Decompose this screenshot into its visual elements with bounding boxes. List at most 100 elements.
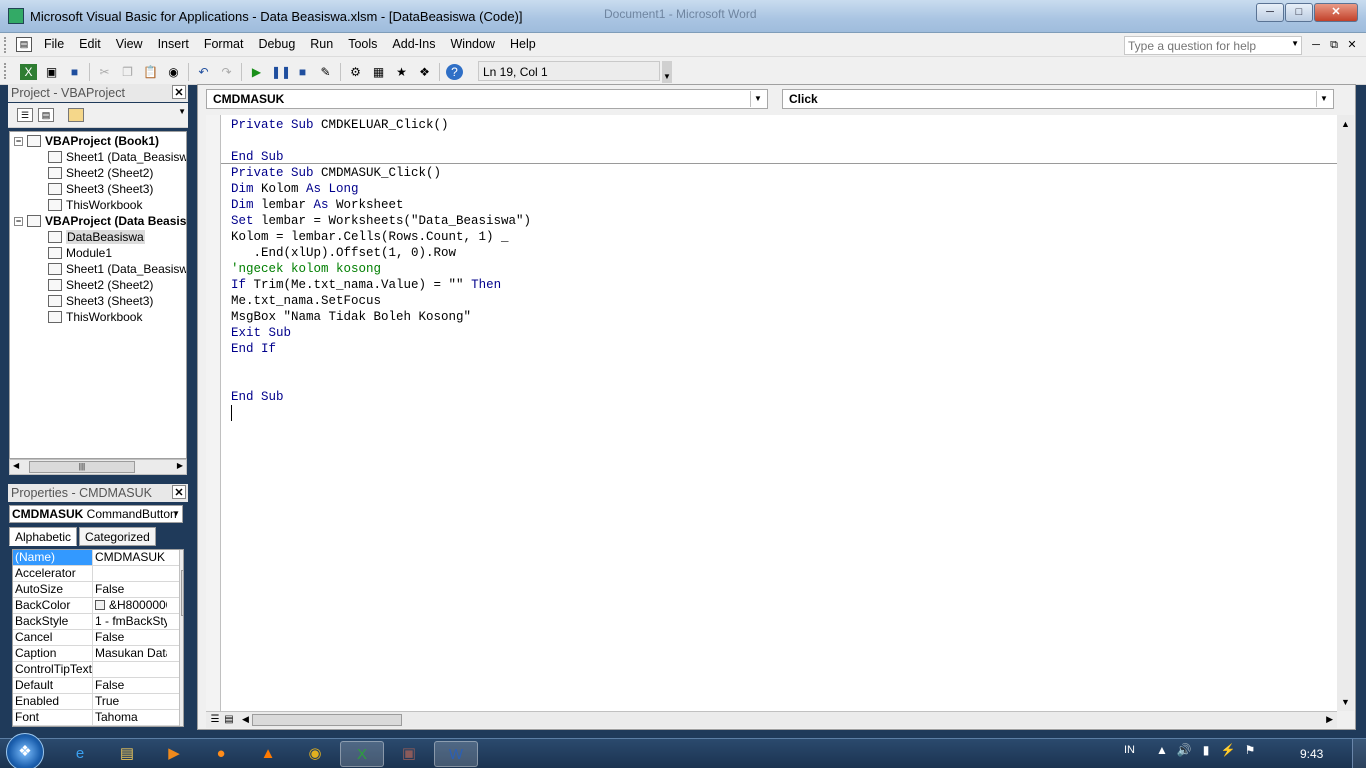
menu-item-help[interactable]: Help (510, 37, 536, 51)
help-icon[interactable]: ? (446, 64, 463, 80)
property-row[interactable]: AutoSize False (13, 582, 183, 598)
property-value[interactable] (93, 566, 167, 581)
properties-close-button[interactable]: ✕ (172, 485, 186, 499)
mdi-close-button[interactable]: ✕ (1343, 37, 1361, 53)
code-line[interactable]: Me.txt_nama.SetFocus (231, 293, 381, 309)
firefox-icon[interactable]: ● (199, 741, 243, 767)
run-icon[interactable]: ▶ (248, 64, 265, 80)
code-line[interactable]: End Sub (231, 149, 284, 165)
word-icon[interactable]: W (434, 741, 478, 767)
excel-icon[interactable]: X (340, 741, 384, 767)
chevron-down-icon[interactable]: ▼ (178, 107, 186, 116)
scroll-right-icon[interactable]: ▶ (1326, 714, 1333, 725)
scroll-thumb[interactable]: ||| (29, 461, 135, 473)
chevron-down-icon[interactable]: ▼ (1316, 91, 1331, 107)
help-search-box[interactable]: ▼ (1124, 36, 1302, 55)
code-margin-indicator-bar[interactable] (206, 115, 221, 711)
property-row[interactable]: Enabled True (13, 694, 183, 710)
tree-item[interactable]: ThisWorkbook (48, 309, 142, 325)
toolbar-grip[interactable] (4, 63, 8, 79)
help-search-input[interactable] (1125, 37, 1285, 54)
property-row[interactable]: (Name) CMDMASUK (13, 550, 183, 566)
property-row[interactable]: BackStyle1 - fmBackStyle (13, 614, 183, 630)
object-browser-icon[interactable]: ★ (393, 64, 410, 80)
tree-project-node[interactable]: − VBAProject (Data Beasis (14, 213, 186, 229)
menu-item-insert[interactable]: Insert (158, 37, 189, 51)
insert-userform-icon[interactable]: ▣ (43, 64, 60, 80)
scroll-right-icon[interactable]: ▶ (177, 461, 183, 470)
menu-item-edit[interactable]: Edit (79, 37, 101, 51)
cut-icon[interactable]: ✂ (96, 64, 113, 80)
code-line[interactable]: .End(xlUp).Offset(1, 0).Row (231, 245, 457, 261)
maximize-button[interactable]: □ (1285, 3, 1313, 22)
menu-item-tools[interactable]: Tools (348, 37, 377, 51)
scroll-up-icon[interactable]: ▲ (1341, 119, 1350, 129)
code-vscrollbar[interactable]: ▲ ▼ (1337, 115, 1354, 711)
code-line[interactable]: 'ngecek kolom kosong (231, 261, 381, 277)
clock[interactable]: 9:43 (1300, 747, 1323, 761)
scroll-down-icon[interactable]: ▼ (1341, 697, 1350, 707)
close-button[interactable]: ✕ (1314, 3, 1358, 22)
code-editor[interactable]: Private Sub CMDKELUAR_Click() End Sub Priv… (221, 115, 1337, 711)
media-player-icon[interactable]: ▶ (152, 741, 196, 767)
chrome-icon[interactable]: ◉ (293, 741, 337, 767)
file-explorer-icon[interactable]: ▤ (105, 741, 149, 767)
tree-item[interactable]: Sheet2 (Sheet2) (48, 277, 153, 293)
procedure-combo[interactable]: Click ▼ (782, 89, 1334, 109)
toggle-folders-icon[interactable] (68, 108, 84, 122)
paste-icon[interactable]: 📋 (142, 64, 159, 80)
procedure-view-icon[interactable]: ☰ (208, 713, 222, 727)
tree-item[interactable]: Sheet1 (Data_Beasiswa) (48, 261, 186, 277)
find-icon[interactable]: ◉ (165, 64, 182, 80)
properties-vscrollbar[interactable]: ▲ ▼ (179, 550, 183, 726)
vba-editor-icon[interactable]: ▣ (387, 741, 431, 767)
property-value[interactable]: True (93, 694, 167, 709)
property-value[interactable]: Tahoma (93, 710, 167, 725)
property-value[interactable]: Masukan Data (93, 646, 167, 661)
scroll-thumb[interactable] (181, 570, 183, 616)
full-module-view-icon[interactable]: ▤ (222, 713, 236, 727)
code-line[interactable]: End Sub (231, 389, 284, 405)
chevron-down-icon[interactable]: ▼ (1291, 39, 1299, 48)
tree-item[interactable]: Sheet3 (Sheet3) (48, 181, 153, 197)
property-value[interactable] (93, 662, 167, 677)
save-icon[interactable]: ■ (66, 64, 83, 80)
code-line[interactable]: If Trim(Me.txt_nama.Value) = "" Then (231, 277, 501, 293)
copy-icon[interactable]: ❐ (119, 64, 136, 80)
property-value[interactable]: False (93, 678, 167, 693)
toolbar-options-chevron-icon[interactable]: ▼ (662, 61, 672, 83)
document-control-icon[interactable]: ▤ (16, 37, 32, 52)
code-line[interactable]: Set lembar = Worksheets("Data_Beasiswa") (231, 213, 531, 229)
excel-icon[interactable]: X (20, 64, 37, 80)
break-icon[interactable]: ❚❚ (271, 64, 291, 80)
mdi-restore-button[interactable]: ⧉ (1325, 37, 1343, 53)
property-value[interactable]: CMDMASUK (93, 550, 167, 565)
properties-icon[interactable]: ▦ (370, 64, 387, 80)
scroll-thumb[interactable] (252, 714, 402, 726)
property-row[interactable]: ControlTipText (13, 662, 183, 678)
project-explorer-close-button[interactable]: ✕ (172, 85, 186, 99)
collapse-icon[interactable]: − (14, 216, 23, 226)
scroll-left-icon[interactable]: ◀ (242, 714, 249, 725)
property-row[interactable]: Accelerator (13, 566, 183, 582)
object-combo[interactable]: CMDMASUK ▼ (206, 89, 768, 109)
vlc-icon[interactable]: ▲ (246, 741, 290, 767)
volume-icon[interactable]: 🔊 (1173, 743, 1195, 757)
code-line[interactable]: Kolom = lembar.Cells(Rows.Count, 1) _ (231, 229, 509, 245)
tab-alphabetic[interactable]: Alphabetic (9, 527, 78, 546)
property-value[interactable]: False (93, 582, 167, 597)
language-indicator[interactable]: IN (1124, 744, 1135, 756)
tree-item[interactable]: Sheet2 (Sheet2) (48, 165, 153, 181)
vba-app-icon[interactable] (8, 8, 24, 24)
code-line[interactable]: Exit Sub (231, 325, 291, 341)
mdi-minimize-button[interactable]: ─ (1307, 37, 1325, 53)
menubar-grip[interactable] (4, 37, 8, 53)
redo-icon[interactable]: ↷ (218, 64, 235, 80)
menu-item-format[interactable]: Format (204, 37, 244, 51)
property-value[interactable]: False (93, 630, 167, 645)
menu-item-run[interactable]: Run (310, 37, 333, 51)
tree-item[interactable]: Sheet3 (Sheet3) (48, 293, 153, 309)
code-line[interactable]: Private Sub CMDKELUAR_Click() (231, 117, 449, 133)
start-button[interactable]: ❖ (6, 733, 44, 768)
property-row[interactable]: Cancel False (13, 630, 183, 646)
